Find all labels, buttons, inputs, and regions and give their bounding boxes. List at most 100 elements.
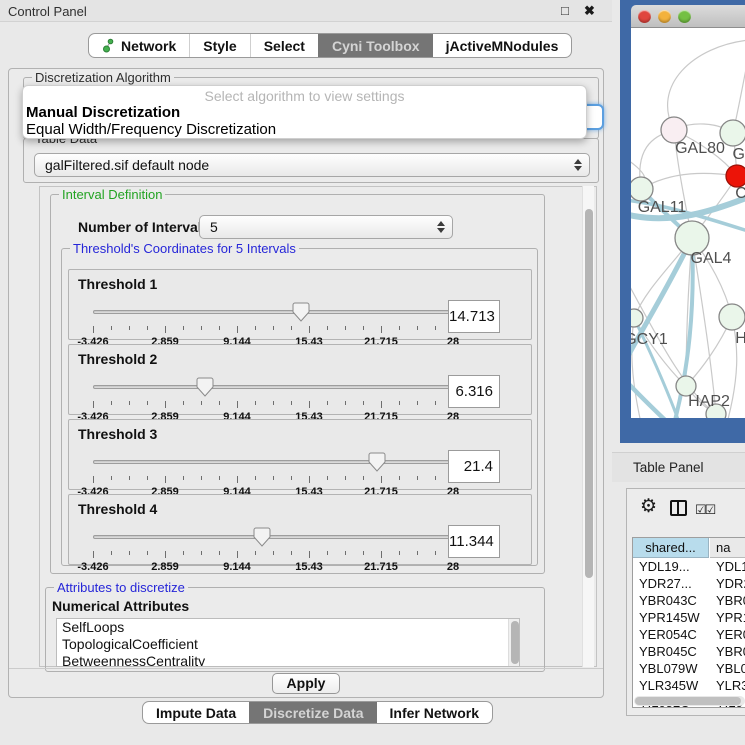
spinner-arrows-icon[interactable] — [574, 154, 582, 176]
tick-mark — [183, 401, 184, 405]
tick-mark — [273, 326, 274, 330]
network-edge[interactable] — [668, 40, 745, 130]
split-columns-icon[interactable] — [670, 500, 687, 516]
gear-icon[interactable]: ⚙ — [640, 495, 657, 518]
slider-track[interactable] — [93, 535, 453, 539]
attributes-group: Attributes to discretize Numerical Attri… — [45, 587, 545, 672]
close-traffic-light[interactable] — [638, 10, 651, 23]
checked-checkboxes-icon[interactable]: ☑☑ — [695, 502, 714, 518]
spinner-arrows-icon[interactable] — [437, 216, 445, 238]
tick-mark — [201, 476, 202, 480]
scrollbar-thumb[interactable] — [635, 697, 741, 705]
network-node-red[interactable] — [726, 165, 745, 187]
tick-mark — [147, 326, 148, 330]
threshold-row: Threshold 1-3.4262.8599.14415.4321.71528… — [68, 269, 532, 340]
cell-name: YLR3 — [716, 678, 745, 693]
tick-mark — [129, 476, 130, 480]
table-row[interactable]: YBR045CYBR0 — [633, 643, 745, 660]
node-attribute-table[interactable]: shared... na YDL19...YDL1YDR27...YDR2YBR… — [632, 537, 745, 708]
tick-mark — [183, 326, 184, 330]
tab-network[interactable]: Network — [89, 34, 189, 57]
tab-jactivemnodules[interactable]: jActiveMNodules — [433, 34, 572, 57]
tick-mark — [345, 401, 346, 405]
list-scrollbar[interactable] — [508, 619, 519, 666]
tick-mark — [219, 326, 220, 330]
threshold-row: Threshold 2-3.4262.8599.14415.4321.71528… — [68, 344, 532, 415]
tick-mark — [291, 326, 292, 330]
tab-discretize-data[interactable]: Discretize Data — [249, 702, 376, 723]
attribute-list-item[interactable]: TopologicalCoefficient — [57, 636, 519, 653]
minimize-traffic-light[interactable] — [658, 10, 671, 23]
close-icon[interactable]: ✖ — [584, 3, 595, 19]
tick-mark — [399, 551, 400, 555]
float-window-icon[interactable]: □ — [561, 3, 569, 18]
table-row[interactable]: YER054CYER0 — [633, 626, 745, 643]
threshold-value-field[interactable]: 21.4 — [448, 450, 500, 483]
scrollbar-thumb[interactable] — [511, 621, 519, 664]
cell-shared-name: YLR345W — [639, 678, 698, 693]
cell-name: YPR1 — [716, 610, 745, 625]
settings-scrollpane: Interval Definition Number of Intervals … — [39, 186, 597, 667]
number-of-intervals-combobox[interactable]: 5 — [199, 215, 453, 239]
threshold-value-field[interactable]: 6.316 — [448, 375, 500, 408]
tab-cyni-toolbox[interactable]: Cyni Toolbox — [318, 34, 433, 57]
network-edge[interactable] — [641, 173, 737, 189]
tab-impute-data[interactable]: Impute Data — [143, 702, 249, 723]
main-scrollbar[interactable] — [582, 186, 600, 667]
cell-name: YDR2 — [716, 576, 745, 591]
slider-thumb[interactable] — [368, 452, 386, 472]
table-horizontal-scrollbar[interactable] — [634, 696, 745, 706]
tab-style[interactable]: Style — [189, 34, 249, 57]
apply-strip: Apply — [9, 668, 603, 697]
threshold-slider[interactable]: -3.4262.8599.14415.4321.71528 — [93, 525, 453, 565]
table-data-combobox[interactable]: galFiltered.sif default node — [34, 153, 590, 177]
attribute-list-item[interactable]: BetweennessCentrality — [57, 653, 519, 667]
threshold-value-field[interactable]: 11.344 — [448, 525, 500, 558]
panel-title: Control Panel — [8, 4, 87, 19]
threshold-value-field[interactable]: 14.713 — [448, 300, 500, 333]
tick-mark — [435, 551, 436, 555]
tick-mark — [309, 476, 310, 483]
network-node-green[interactable] — [631, 177, 653, 201]
slider-track[interactable] — [93, 310, 453, 314]
slider-thumb[interactable] — [292, 302, 310, 322]
table-row[interactable]: YDR27...YDR2 — [633, 575, 745, 592]
cell-shared-name: YDL19... — [639, 559, 690, 574]
network-canvas[interactable]: GAL80GACGAL11GAL4GCY1HHAP2 — [631, 28, 745, 418]
cell-shared-name: YER054C — [639, 627, 697, 642]
table-row[interactable]: YPR145WYPR1 — [633, 609, 745, 626]
tab-select[interactable]: Select — [250, 34, 318, 57]
tick-mark — [165, 476, 166, 483]
slider-thumb[interactable] — [253, 527, 271, 547]
zoom-traffic-light[interactable] — [678, 10, 691, 23]
slider-track[interactable] — [93, 460, 453, 464]
attribute-list-item[interactable]: SelfLoops — [57, 619, 519, 636]
tab-infer-network[interactable]: Infer Network — [377, 702, 492, 723]
network-window-titlebar[interactable] — [631, 5, 745, 28]
tick-label: 2.859 — [151, 561, 179, 573]
network-node-green[interactable] — [631, 309, 643, 327]
apply-button[interactable]: Apply — [272, 673, 340, 694]
threshold-slider[interactable]: -3.4262.8599.14415.4321.71528 — [93, 300, 453, 340]
dropdown-option[interactable]: Equal Width/Frequency Discretization — [25, 121, 584, 138]
tick-mark — [363, 401, 364, 405]
numerical-attributes-list[interactable]: SelfLoopsTopologicalCoefficientBetweenne… — [56, 618, 520, 667]
table-row[interactable]: YDL19...YDL1 — [633, 558, 745, 575]
tick-mark — [345, 551, 346, 555]
scrollbar-thumb[interactable] — [585, 209, 593, 578]
table-row[interactable]: YBL079WYBL0 — [633, 660, 745, 677]
column-header-name[interactable]: na — [710, 538, 745, 558]
slider-track[interactable] — [93, 385, 453, 389]
tick-mark — [111, 476, 112, 480]
threshold-slider[interactable]: -3.4262.8599.14415.4321.71528 — [93, 375, 453, 415]
tab-label: jActiveMNodules — [446, 38, 559, 54]
slider-thumb[interactable] — [196, 377, 214, 397]
threshold-slider[interactable]: -3.4262.8599.14415.4321.71528 — [93, 450, 453, 490]
table-row[interactable]: YBR043CYBR0 — [633, 592, 745, 609]
column-header-shared-name[interactable]: shared... — [633, 538, 709, 558]
dropdown-option[interactable]: Manual Discretization — [25, 104, 584, 121]
tick-mark — [309, 401, 310, 408]
network-node-green[interactable] — [719, 304, 745, 330]
table-row[interactable]: YLR345W YLR3 — [633, 677, 745, 694]
cell-name: YBL0 — [716, 661, 745, 676]
